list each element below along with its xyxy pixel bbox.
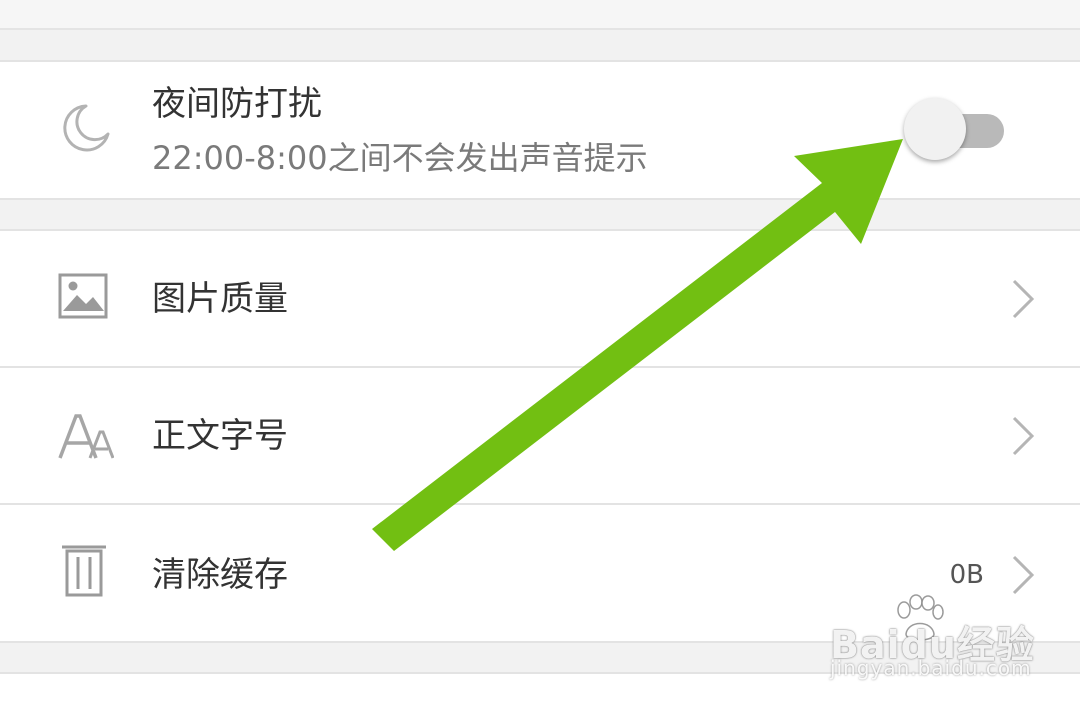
night-mode-toggle[interactable]: [904, 98, 1004, 164]
menu-item-label: 正文字号: [152, 416, 288, 456]
next-section-card: [0, 672, 1080, 709]
settings-screen: 夜间防打扰 22:00-8:00之间不会发出声音提示 图片质量 正文字号 清除缓…: [0, 0, 1080, 709]
menu-item-font-size[interactable]: 正文字号: [0, 368, 1080, 503]
menu-item-label: 图片质量: [152, 279, 288, 319]
font-size-icon: [58, 414, 114, 459]
top-section-edge: [0, 0, 1080, 30]
moon-icon: [63, 104, 110, 152]
menu-item-image-quality[interactable]: 图片质量: [0, 231, 1080, 366]
cache-size-value: 0B: [949, 560, 984, 590]
image-icon: [58, 273, 108, 319]
menu-item-clear-cache[interactable]: 清除缓存 0B: [0, 505, 1080, 637]
night-mode-title: 夜间防打扰: [152, 84, 322, 124]
chevron-right-icon: [1012, 555, 1035, 595]
trash-icon: [62, 545, 106, 597]
night-mode-subtitle: 22:00-8:00之间不会发出声音提示: [152, 139, 648, 177]
toggle-knob: [904, 98, 966, 160]
chevron-right-icon: [1012, 416, 1035, 456]
chevron-right-icon: [1012, 279, 1035, 319]
menu-item-label: 清除缓存: [152, 555, 288, 595]
